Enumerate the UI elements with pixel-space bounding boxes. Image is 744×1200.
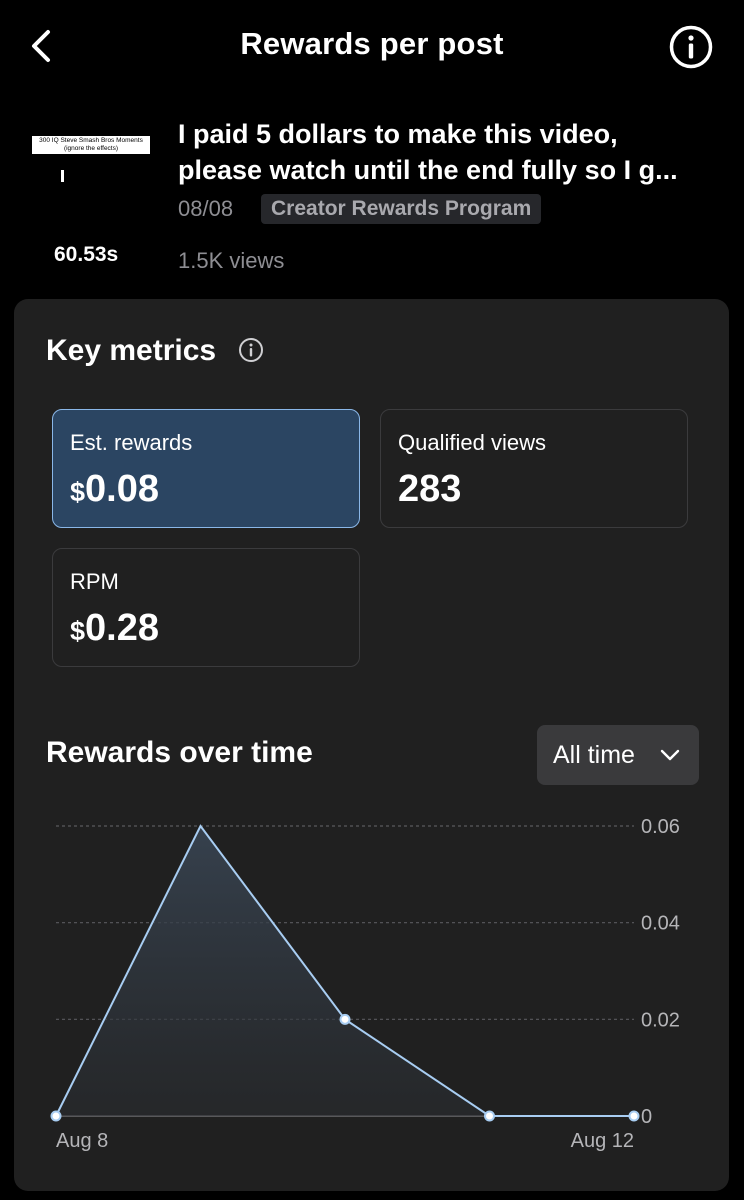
y-tick-label: 0.06 (641, 816, 680, 838)
x-tick-label: Aug 8 (56, 1130, 108, 1152)
metric-amount: 0.28 (85, 607, 159, 649)
top-bar: Rewards per post (0, 0, 744, 92)
page-title: Rewards per post (240, 26, 504, 61)
key-metrics-info-button[interactable] (238, 337, 264, 363)
metric-card-rpm[interactable]: RPM $0.28 (52, 548, 360, 667)
metric-card-est-rewards[interactable]: Est. rewards $0.08 (52, 409, 360, 528)
post-title-line-2: please watch until the end fully so I g.… (178, 155, 678, 185)
info-circle-icon (669, 25, 713, 69)
rewards-chart-svg: 0.06 0.04 0.02 0 Aug 8 Aug 12 (50, 816, 680, 1152)
metric-value: $0.28 (70, 607, 159, 650)
key-metrics-title: Key metrics (46, 334, 217, 367)
time-range-label: All time (553, 741, 635, 769)
metric-currency: $ (70, 477, 86, 507)
program-badge: Creator Rewards Program (261, 194, 542, 224)
metric-label: Est. rewards (70, 430, 193, 455)
chart-data-point (50, 1110, 62, 1122)
thumbnail-caption: 300 IQ Steve Smash Bros Moments (ignore … (32, 136, 150, 154)
y-tick-label: 0.04 (641, 913, 680, 935)
chart-data-point (484, 1110, 495, 1122)
y-tick-label: 0 (641, 1106, 652, 1128)
chart-area-fill (56, 826, 634, 1116)
thumbnail-caption-line-1: 300 IQ Steve Smash Bros Moments (39, 137, 143, 144)
video-duration: 60.53s (54, 243, 119, 266)
chart-data-point (339, 1013, 351, 1025)
post-date: 08/08 (178, 196, 234, 221)
info-circle-icon (239, 338, 263, 362)
time-range-select[interactable]: All time (537, 725, 699, 785)
thumbnail-caption-line-2: (ignore the effects) (63, 145, 119, 152)
x-tick-label: Aug 12 (571, 1130, 634, 1152)
thumbnail-figure (61, 170, 64, 182)
metrics-panel: Key metrics Est. rewards $0.08 Qualified… (14, 299, 729, 1191)
metric-label: RPM (70, 569, 119, 594)
post-title: I paid 5 dollars to make this video, ple… (178, 116, 718, 188)
metric-amount: 0.08 (85, 468, 159, 510)
metric-card-qualified-views[interactable]: Qualified views 283 (380, 409, 688, 528)
post-summary[interactable]: 300 IQ Steve Smash Bros Moments (ignore … (0, 100, 744, 330)
rewards-over-time-title: Rewards over time (46, 736, 313, 769)
info-button[interactable] (668, 24, 714, 70)
post-title-line-1: I paid 5 dollars to make this video, (178, 119, 618, 149)
chevron-down-icon (660, 749, 680, 761)
post-views: 1.5K views (178, 248, 285, 273)
metric-currency: $ (70, 616, 86, 646)
metric-label: Qualified views (398, 430, 546, 455)
metric-value: 283 (398, 468, 461, 511)
chart-data-point (628, 1110, 640, 1122)
metric-amount: 283 (398, 468, 462, 510)
rewards-chart: 0.06 0.04 0.02 0 Aug 8 Aug 12 (14, 799, 729, 1159)
y-tick-label: 0.02 (641, 1009, 680, 1031)
metric-value: $0.08 (70, 468, 159, 511)
